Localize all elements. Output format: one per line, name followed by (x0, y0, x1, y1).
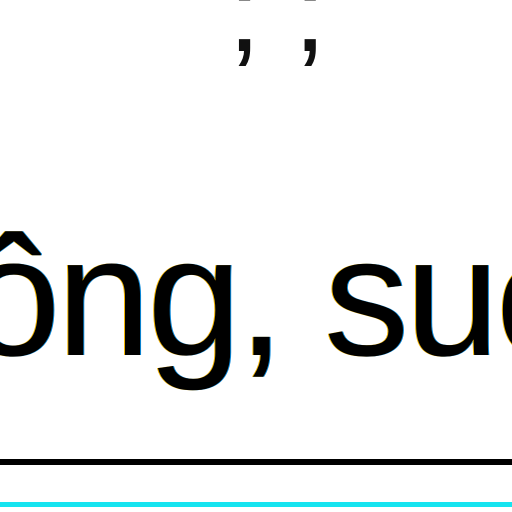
document-viewport: ; ; ông, suc (0, 0, 512, 512)
cyan-divider-line (0, 502, 512, 507)
main-text-line: ông, suc (0, 202, 512, 392)
black-divider-line (0, 459, 512, 465)
top-text-fragment: ; ; (228, 0, 327, 77)
